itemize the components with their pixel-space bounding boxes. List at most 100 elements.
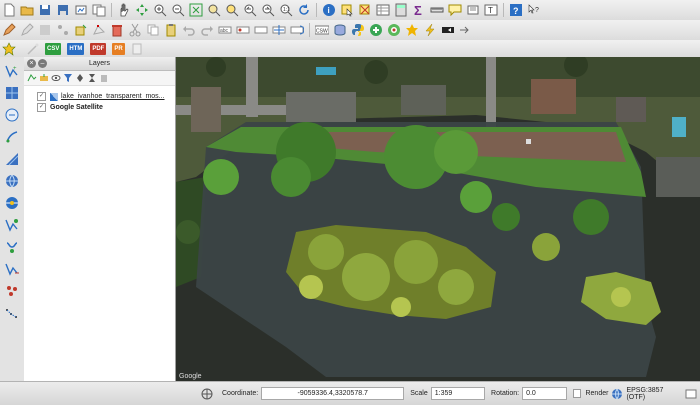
move-label-icon[interactable] xyxy=(272,23,286,37)
open-layer-styling-icon[interactable] xyxy=(27,73,37,83)
add-vector-layer-icon[interactable]: + xyxy=(4,63,20,79)
add-gps-layer-icon[interactable] xyxy=(4,283,20,299)
map-canvas[interactable]: Google xyxy=(176,57,700,381)
zoom-full-icon[interactable] xyxy=(189,3,203,17)
collapse-all-icon[interactable] xyxy=(87,73,97,83)
node-tool-icon[interactable] xyxy=(92,23,106,37)
zoom-last-icon[interactable] xyxy=(243,3,257,17)
refresh-icon[interactable] xyxy=(297,3,311,17)
gps-track-icon[interactable] xyxy=(4,305,20,321)
scale-field[interactable]: 1:359 xyxy=(430,387,486,400)
zoom-to-layer-icon[interactable] xyxy=(207,3,221,17)
crs-label[interactable]: EPSG:3857 (OTF) xyxy=(626,387,682,401)
text-annotation-icon[interactable]: T xyxy=(484,3,498,17)
save-as-icon[interactable] xyxy=(56,3,70,17)
zoom-next-icon[interactable] xyxy=(261,3,275,17)
toggle-editing-icon[interactable] xyxy=(20,23,34,37)
add-mssql-layer-icon[interactable] xyxy=(4,151,20,167)
add-group-icon[interactable] xyxy=(39,73,49,83)
pan-hand-icon[interactable] xyxy=(117,3,131,17)
save-edits-icon[interactable] xyxy=(38,23,52,37)
new-project-icon[interactable] xyxy=(2,3,16,17)
csw-icon[interactable]: CSW xyxy=(315,23,329,37)
crs-icon[interactable] xyxy=(610,387,624,401)
panel-close-icon[interactable]: × xyxy=(27,59,36,68)
render-checkbox[interactable] xyxy=(572,389,582,398)
coordinate-field[interactable]: -9059336.4,3320578.7 xyxy=(261,387,405,400)
copy-features-icon[interactable] xyxy=(146,23,160,37)
toggle-extents-icon[interactable] xyxy=(200,387,214,401)
remove-layer-icon[interactable] xyxy=(99,73,109,83)
plugin-e-icon[interactable] xyxy=(441,23,455,37)
python-console-icon[interactable] xyxy=(351,23,365,37)
messages-icon[interactable] xyxy=(684,387,698,401)
open-attribute-table-icon[interactable] xyxy=(376,3,390,17)
paste-features-icon[interactable] xyxy=(164,23,178,37)
cut-features-icon[interactable] xyxy=(128,23,142,37)
add-spatialite-layer-icon[interactable] xyxy=(4,129,20,145)
wand-plugin-icon[interactable] xyxy=(26,42,40,56)
zoom-to-selection-icon[interactable] xyxy=(225,3,239,17)
rotate-label-icon[interactable] xyxy=(290,23,304,37)
add-postgis-layer-icon[interactable] xyxy=(4,107,20,123)
export-pdf-badge[interactable]: PDF xyxy=(90,42,107,55)
add-wcs-layer-icon[interactable] xyxy=(4,195,20,211)
add-wfs-layer-icon[interactable] xyxy=(4,217,20,233)
export-htm-badge[interactable]: HTM xyxy=(67,42,85,55)
measure-icon[interactable] xyxy=(430,3,444,17)
manage-visibility-icon[interactable] xyxy=(51,73,61,83)
map-tips-icon[interactable] xyxy=(448,3,462,17)
help-icon[interactable]: ? xyxy=(509,3,523,17)
spatialite-layer-icon[interactable] xyxy=(333,23,347,37)
coordinate-label: Coordinate: xyxy=(222,390,259,397)
layer-item-google-satellite[interactable]: ✓ Google Satellite xyxy=(24,102,175,113)
redo-icon[interactable] xyxy=(200,23,214,37)
zoom-in-icon[interactable] xyxy=(153,3,167,17)
identify-icon[interactable]: i xyxy=(322,3,336,17)
panel-float-icon[interactable]: – xyxy=(38,59,47,68)
filter-legend-icon[interactable] xyxy=(63,73,73,83)
new-shapefile-icon[interactable] xyxy=(4,261,20,277)
current-edits-icon[interactable] xyxy=(2,23,16,37)
add-delimited-text-icon[interactable] xyxy=(4,239,20,255)
zoom-out-icon[interactable] xyxy=(171,3,185,17)
whats-this-icon[interactable]: ? xyxy=(527,3,541,17)
undo-icon[interactable] xyxy=(182,23,196,37)
svg-text:T: T xyxy=(488,6,493,15)
layer-visibility-checkbox[interactable]: ✓ xyxy=(37,92,46,101)
export-csv-badge[interactable]: CSV xyxy=(45,42,62,55)
rotation-field[interactable]: 0.0 xyxy=(522,387,567,400)
save-project-icon[interactable] xyxy=(38,3,52,17)
deselect-icon[interactable] xyxy=(358,3,372,17)
statistics-icon[interactable]: Σ xyxy=(412,3,426,17)
expand-all-icon[interactable] xyxy=(75,73,85,83)
plugin-disabled-icon[interactable] xyxy=(130,42,144,56)
pan-to-selection-icon[interactable] xyxy=(135,3,149,17)
select-features-icon[interactable] xyxy=(340,3,354,17)
new-bookmark-icon[interactable] xyxy=(466,3,480,17)
svg-text:?: ? xyxy=(513,6,519,16)
composer-manager-icon[interactable] xyxy=(92,3,106,17)
plugin-c-icon[interactable] xyxy=(405,23,419,37)
field-calculator-icon[interactable] xyxy=(394,3,408,17)
layer-item-lake-ivanhoe[interactable]: ✓ lake_ivanhoe_transparent_mos... xyxy=(24,91,175,102)
plugin-d-icon[interactable] xyxy=(423,23,437,37)
plugin-b-icon[interactable] xyxy=(387,23,401,37)
add-feature-icon[interactable] xyxy=(56,23,70,37)
add-raster-layer-icon[interactable] xyxy=(4,85,20,101)
print-composer-icon[interactable] xyxy=(74,3,88,17)
plugin-f-icon[interactable] xyxy=(459,23,473,37)
plugin-a-icon[interactable] xyxy=(369,23,383,37)
open-project-icon[interactable] xyxy=(20,3,34,17)
toolbar-separator xyxy=(316,3,317,17)
star-plugin-icon[interactable] xyxy=(2,41,16,56)
pin-label-icon[interactable] xyxy=(236,23,250,37)
export-pr-badge[interactable]: PR xyxy=(112,42,125,55)
label-tool-icon[interactable]: abc xyxy=(218,23,232,37)
zoom-native-icon[interactable]: 1:1 xyxy=(279,3,293,17)
layer-visibility-checkbox[interactable]: ✓ xyxy=(37,103,46,112)
move-feature-icon[interactable] xyxy=(74,23,88,37)
delete-selected-icon[interactable] xyxy=(110,23,124,37)
show-hide-labels-icon[interactable] xyxy=(254,23,268,37)
add-wms-layer-icon[interactable] xyxy=(4,173,20,189)
